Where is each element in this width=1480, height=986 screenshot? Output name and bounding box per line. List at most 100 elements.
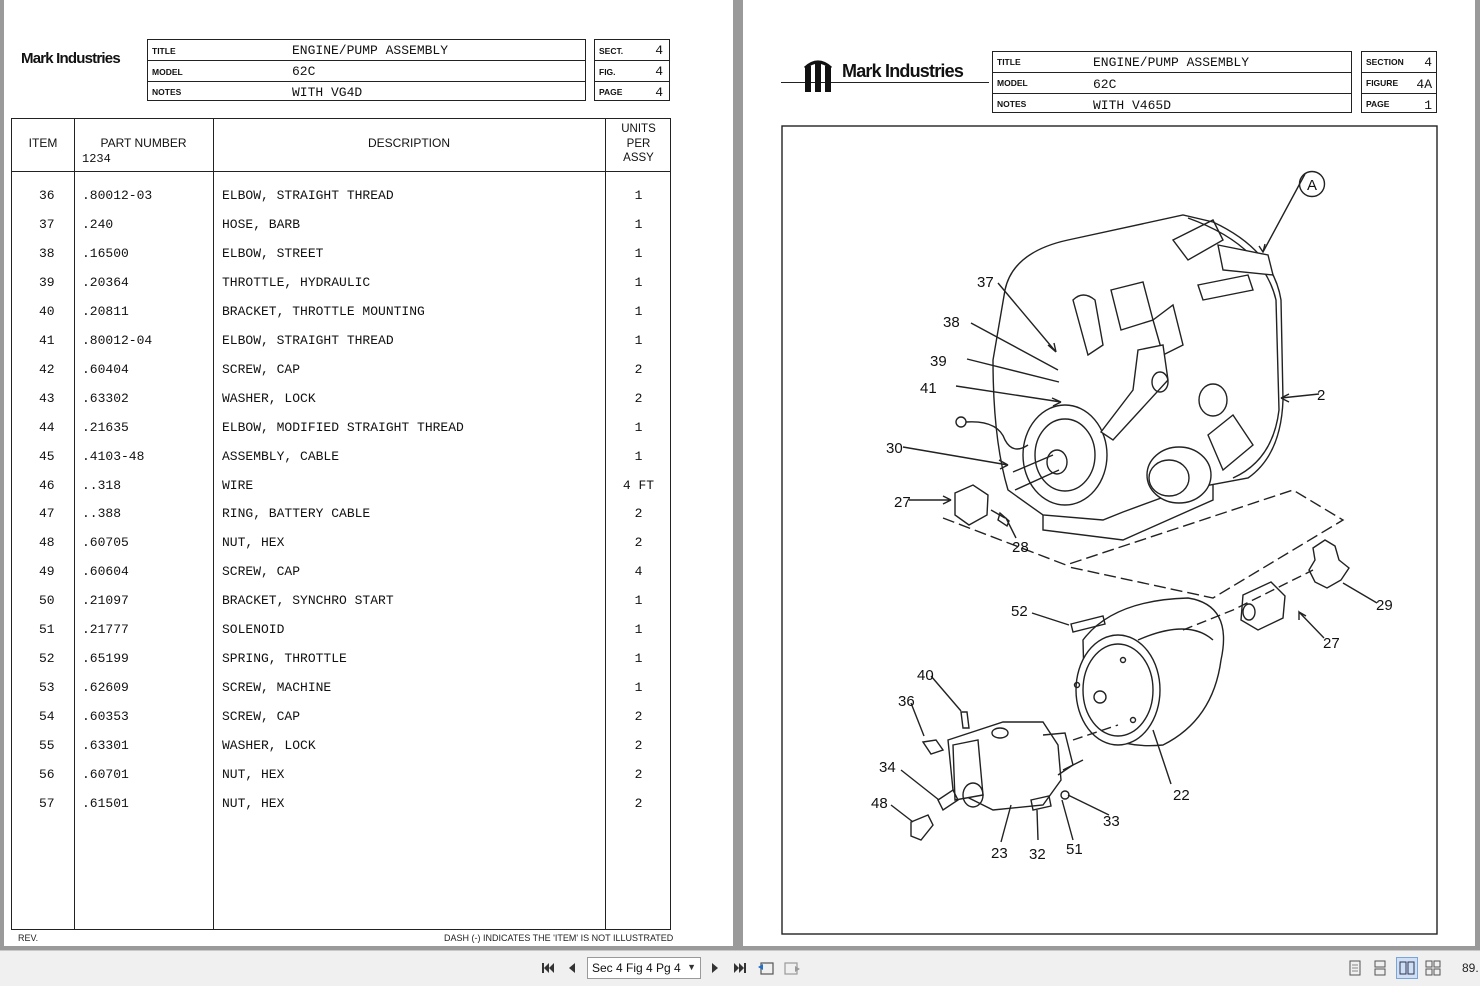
item-cell: 55 — [39, 738, 55, 754]
chevron-down-icon: ▼ — [687, 962, 696, 972]
next-page-icon[interactable] — [704, 957, 726, 979]
callout-52: 52 — [1011, 603, 1028, 620]
part-number-cell: .60404 — [82, 361, 129, 377]
part-number-cell: .60353 — [82, 709, 129, 725]
callout-39: 39 — [930, 353, 947, 370]
col-part-number: PART NUMBER — [100, 136, 187, 150]
col-item: ITEM — [28, 136, 58, 150]
continuous-view-icon[interactable] — [1369, 957, 1391, 979]
parts-list-page: Mark Industries TITLE ENGINE/PUMP ASSEMB… — [4, 0, 733, 946]
zoom-level[interactable]: 89. — [1462, 961, 1479, 975]
callout-28: 28 — [1012, 539, 1029, 556]
units-cell: 1 — [634, 332, 643, 348]
part-number-cell: .60705 — [82, 535, 129, 551]
part-number-cell: .60604 — [82, 564, 129, 580]
units-cell: 1 — [634, 651, 643, 667]
callout-36: 36 — [898, 693, 915, 710]
table-row: 37 .240 HOSE, BARB 1 — [12, 217, 672, 237]
page-selector-value: Sec 4 Fig 4 Pg 4 — [592, 961, 681, 975]
part-number-cell: .21097 — [82, 593, 129, 609]
item-cell: 52 — [39, 651, 55, 667]
units-cell: 1 — [634, 680, 643, 696]
table-row: 53 .62609 SCREW, MACHINE 1 — [12, 680, 672, 700]
notes-value: WITH VG4D — [292, 85, 363, 100]
go-forward-icon[interactable] — [781, 957, 803, 979]
footer-rev: REV. — [18, 933, 39, 943]
first-page-icon[interactable] — [537, 957, 559, 979]
table-row: 44 .21635 ELBOW, MODIFIED STRAIGHT THREAD 1 — [12, 420, 672, 440]
description-cell: BRACKET, SYNCHRO START — [222, 593, 394, 609]
sect-label: SECT. — [599, 46, 624, 56]
units-cell: 4 FT — [622, 477, 655, 493]
illustration-page: Mark Industries TITLE ENGINE/PUMP ASSEMB… — [743, 0, 1475, 946]
part-number-cell: .20811 — [82, 303, 129, 319]
callout-27-bottom: 27 — [1323, 635, 1340, 652]
description-cell: SPRING, THROTTLE — [222, 651, 347, 667]
part-number-cell: .20364 — [82, 274, 129, 290]
title-label: TITLE — [152, 46, 176, 56]
section-block: SECT. 4 FIG. 4 PAGE 4 — [594, 39, 670, 101]
table-row: 46 ..318 WIRE 4 FT — [12, 478, 672, 498]
item-cell: 51 — [39, 622, 55, 638]
part-number-cell: .63302 — [82, 390, 129, 406]
description-cell: THROTTLE, HYDRAULIC — [222, 274, 371, 290]
item-cell: 45 — [39, 448, 55, 464]
units-cell: 1 — [634, 274, 643, 290]
units-cell: 1 — [634, 622, 643, 638]
item-cell: 41 — [39, 332, 55, 348]
page-selector[interactable]: Sec 4 Fig 4 Pg 4 ▼ — [587, 957, 701, 979]
part-number-cell: .80012-03 — [82, 188, 153, 203]
col-units-per-assy: UNITS PER ASSY — [621, 123, 656, 164]
description-cell: SCREW, CAP — [222, 361, 301, 377]
units-cell: 2 — [634, 390, 643, 406]
last-page-icon[interactable] — [729, 957, 751, 979]
callout-32: 32 — [1029, 846, 1046, 863]
item-cell: 47 — [39, 506, 55, 522]
item-cell: 57 — [39, 795, 55, 811]
item-cell: 43 — [39, 390, 55, 406]
part-number-cell: .63301 — [82, 738, 129, 754]
table-row: 42 .60404 SCREW, CAP 2 — [12, 362, 672, 382]
table-row: 51 .21777 SOLENOID 1 — [12, 622, 672, 642]
units-cell: 4 — [634, 564, 643, 580]
description-cell: NUT, HEX — [222, 535, 285, 551]
model-value: 62C — [292, 64, 316, 79]
previous-page-icon[interactable] — [561, 957, 583, 979]
description-cell: SCREW, CAP — [222, 564, 301, 580]
description-cell: SOLENOID — [222, 622, 285, 638]
description-cell: ELBOW, STREET — [222, 245, 324, 261]
item-cell: 37 — [39, 216, 55, 232]
go-back-icon[interactable] — [755, 957, 777, 979]
callout-2: 2 — [1317, 387, 1325, 404]
single-page-view-icon[interactable] — [1344, 957, 1366, 979]
item-cell: 46 — [39, 477, 55, 493]
item-cell: 36 — [39, 188, 55, 203]
callout-37: 37 — [977, 274, 994, 291]
two-page-view-icon[interactable] — [1396, 957, 1418, 979]
callout-51: 51 — [1066, 841, 1083, 858]
units-cell: 2 — [634, 361, 643, 377]
exploded-view-diagram: A 2 22 23 27 27 28 29 30 32 33 34 36 37 … — [781, 125, 1438, 935]
table-row: 56 .60701 NUT, HEX 2 — [12, 767, 672, 787]
units-cell: 2 — [634, 506, 643, 522]
units-cell: 2 — [634, 767, 643, 782]
units-cell: 2 — [634, 795, 643, 811]
title-value: ENGINE/PUMP ASSEMBLY — [292, 43, 449, 58]
callout-A: A — [1307, 177, 1317, 194]
callout-30: 30 — [886, 440, 903, 457]
model-label: MODEL — [152, 67, 183, 77]
item-cell: 40 — [39, 303, 55, 319]
parts-table: ITEM PART NUMBER 1234 DESCRIPTION UNITS … — [11, 118, 671, 930]
table-row: 52 .65199 SPRING, THROTTLE 1 — [12, 651, 672, 671]
item-cell: 48 — [39, 535, 55, 551]
table-row: 43 .63302 WASHER, LOCK 2 — [12, 391, 672, 411]
item-cell: 49 — [39, 564, 55, 580]
part-number-cell: .60701 — [82, 767, 129, 782]
part-number-cell: .16500 — [82, 245, 129, 261]
sect-value: 4 — [655, 43, 663, 58]
two-page-continuous-icon[interactable] — [1422, 957, 1444, 979]
part-number-cell: .240 — [82, 216, 114, 232]
callout-23: 23 — [991, 845, 1008, 862]
units-cell: 1 — [634, 448, 643, 464]
footer-note: DASH (-) INDICATES THE 'ITEM' IS NOT ILL… — [444, 933, 674, 943]
